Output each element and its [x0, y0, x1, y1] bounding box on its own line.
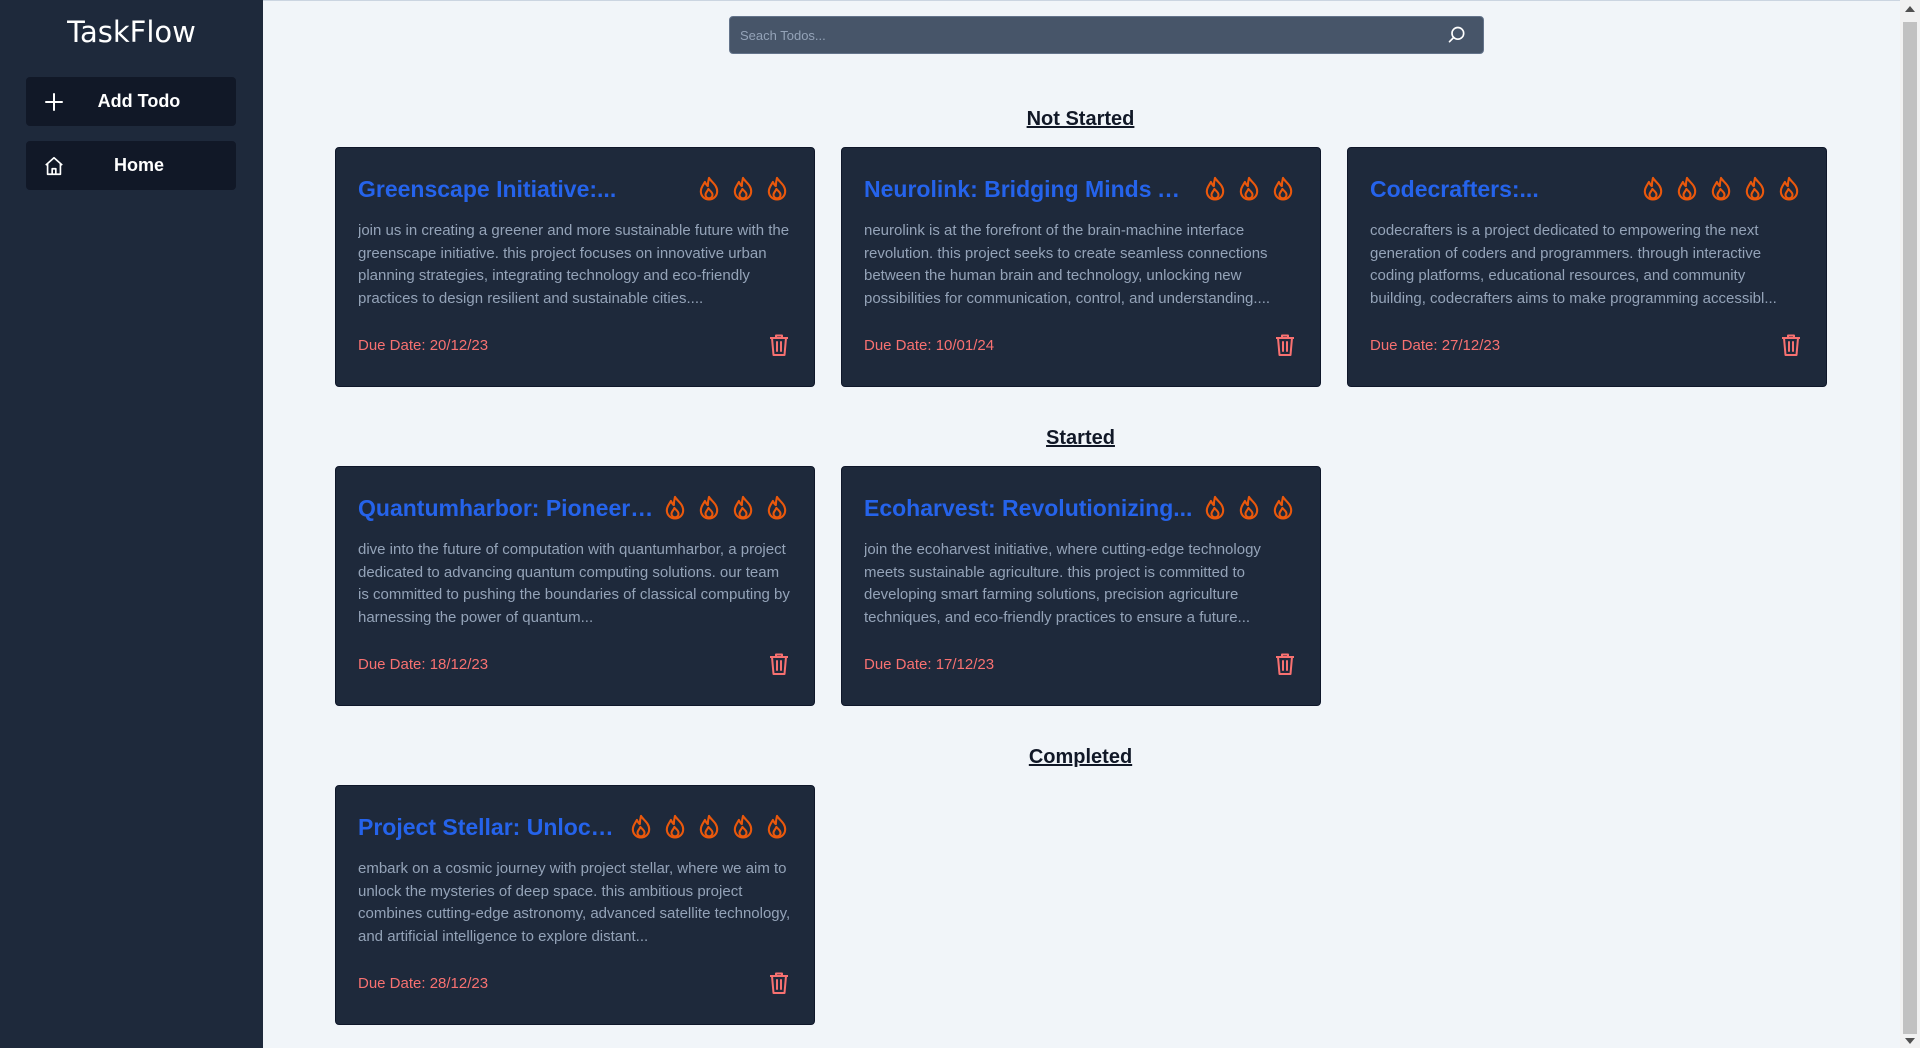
- flame-icon: [1774, 174, 1804, 204]
- card-description: dive into the future of computation with…: [358, 541, 790, 626]
- card-description: codecrafters is a project dedicated to e…: [1370, 222, 1777, 307]
- flame-icon: [1200, 174, 1230, 204]
- card-footer: Due Date: 10/01/24: [864, 332, 1298, 358]
- flame-icon: [728, 174, 758, 204]
- card-footer: Due Date: 18/12/23: [358, 651, 792, 677]
- flame-icon: [694, 812, 724, 842]
- trash-icon[interactable]: [1272, 332, 1298, 358]
- add-todo-label: Add Todo: [97, 91, 181, 111]
- add-todo-button[interactable]: Add Todo: [26, 77, 236, 126]
- todo-card[interactable]: Codecrafters:... codecrafters is a projec…: [1347, 147, 1827, 387]
- card-footer: Due Date: 28/12/23: [358, 970, 792, 996]
- flame-icon: [728, 812, 758, 842]
- section-title-text: Not Started: [1026, 108, 1135, 130]
- section-title-started: Started: [263, 427, 1898, 450]
- section-title-not-started: Not Started: [263, 108, 1898, 131]
- flame-icon: [1234, 174, 1264, 204]
- card-title[interactable]: Project Stellar: Unlockin...: [358, 814, 620, 841]
- section-title-text: Started: [1046, 427, 1115, 449]
- due-date: Due Date: 28/12/23: [358, 974, 489, 992]
- flame-icon: [1706, 174, 1736, 204]
- card-header: Greenscape Initiative:...: [358, 170, 792, 208]
- priority-rating: [1638, 174, 1804, 204]
- card-header: Ecoharvest: Revolutionizing...: [864, 489, 1298, 527]
- sidebar: TaskFlow Add Todo Home: [0, 0, 263, 1048]
- priority-rating: [1200, 174, 1298, 204]
- search-bar: [729, 16, 1484, 54]
- search-icon[interactable]: [1445, 23, 1469, 47]
- flame-icon: [660, 493, 690, 523]
- card-header: Project Stellar: Unlockin...: [358, 808, 792, 846]
- trash-icon[interactable]: [1272, 651, 1298, 677]
- card-description: embark on a cosmic journey with project …: [358, 860, 791, 945]
- priority-rating: [626, 812, 792, 842]
- flame-icon: [626, 812, 656, 842]
- app-title: TaskFlow: [67, 15, 196, 49]
- due-date: Due Date: 20/12/23: [358, 336, 489, 354]
- todo-card[interactable]: Quantumharbor: Pioneerin... dive into the…: [335, 466, 815, 706]
- flame-icon: [1740, 174, 1770, 204]
- todo-card[interactable]: Ecoharvest: Revolutionizing... join the e…: [841, 466, 1321, 706]
- due-date: Due Date: 17/12/23: [864, 655, 995, 673]
- priority-rating: [1200, 493, 1298, 523]
- flame-icon: [1200, 493, 1230, 523]
- card-header: Codecrafters:...: [1370, 170, 1804, 208]
- card-header: Neurolink: Bridging Minds And...: [864, 170, 1298, 208]
- todo-card[interactable]: Greenscape Initiative:... join us in crea…: [335, 147, 815, 387]
- card-description: neurolink is at the forefront of the bra…: [864, 222, 1271, 307]
- plus-icon: [42, 90, 66, 114]
- flame-icon: [762, 174, 792, 204]
- flame-icon: [762, 493, 792, 523]
- flame-icon: [762, 812, 792, 842]
- app-root: TaskFlow Add Todo Home Not Started Greens…: [0, 0, 1920, 1048]
- flame-icon: [728, 493, 758, 523]
- priority-rating: [694, 174, 792, 204]
- main-content: Not Started Greenscape Initiative:... join…: [263, 0, 1920, 1048]
- trash-icon[interactable]: [1778, 332, 1804, 358]
- scrollbar-thumb[interactable]: [1903, 22, 1917, 1034]
- card-title[interactable]: Neurolink: Bridging Minds And...: [864, 176, 1194, 203]
- due-date: Due Date: 27/12/23: [1370, 336, 1501, 354]
- trash-icon[interactable]: [766, 651, 792, 677]
- scroll-down-arrow[interactable]: [1905, 1038, 1915, 1044]
- scrollbar[interactable]: [1900, 0, 1920, 1048]
- flame-icon: [1234, 493, 1264, 523]
- card-title[interactable]: Codecrafters:...: [1370, 176, 1539, 203]
- home-button[interactable]: Home: [26, 141, 236, 190]
- flame-icon: [1268, 174, 1298, 204]
- search-input[interactable]: [730, 26, 1445, 44]
- card-title[interactable]: Ecoharvest: Revolutionizing...: [864, 495, 1192, 522]
- card-footer: Due Date: 17/12/23: [864, 651, 1298, 677]
- flame-icon: [1672, 174, 1702, 204]
- trash-icon[interactable]: [766, 332, 792, 358]
- flame-icon: [694, 493, 724, 523]
- due-date: Due Date: 10/01/24: [864, 336, 995, 354]
- home-icon: [42, 154, 66, 178]
- trash-icon[interactable]: [766, 970, 792, 996]
- card-title[interactable]: Quantumharbor: Pioneerin...: [358, 495, 654, 522]
- due-date: Due Date: 18/12/23: [358, 655, 489, 673]
- card-description: join us in creating a greener and more s…: [358, 222, 790, 307]
- priority-rating: [660, 493, 792, 523]
- home-label: Home: [113, 155, 164, 175]
- section-title-completed: Completed: [263, 746, 1898, 769]
- card-description: join the ecoharvest initiative, where cu…: [864, 541, 1261, 626]
- flame-icon: [660, 812, 690, 842]
- flame-icon: [694, 174, 724, 204]
- section-title-text: Completed: [1028, 746, 1133, 768]
- todo-card[interactable]: Neurolink: Bridging Minds And... neurolin…: [841, 147, 1321, 387]
- flame-icon: [1638, 174, 1668, 204]
- todo-card[interactable]: Project Stellar: Unlockin... embark on a …: [335, 785, 815, 1025]
- top-border: [263, 0, 1920, 1]
- flame-icon: [1268, 493, 1298, 523]
- card-footer: Due Date: 20/12/23: [358, 332, 792, 358]
- card-title[interactable]: Greenscape Initiative:...: [358, 176, 616, 203]
- card-footer: Due Date: 27/12/23: [1370, 332, 1804, 358]
- scroll-up-arrow[interactable]: [1905, 6, 1915, 12]
- card-header: Quantumharbor: Pioneerin...: [358, 489, 792, 527]
